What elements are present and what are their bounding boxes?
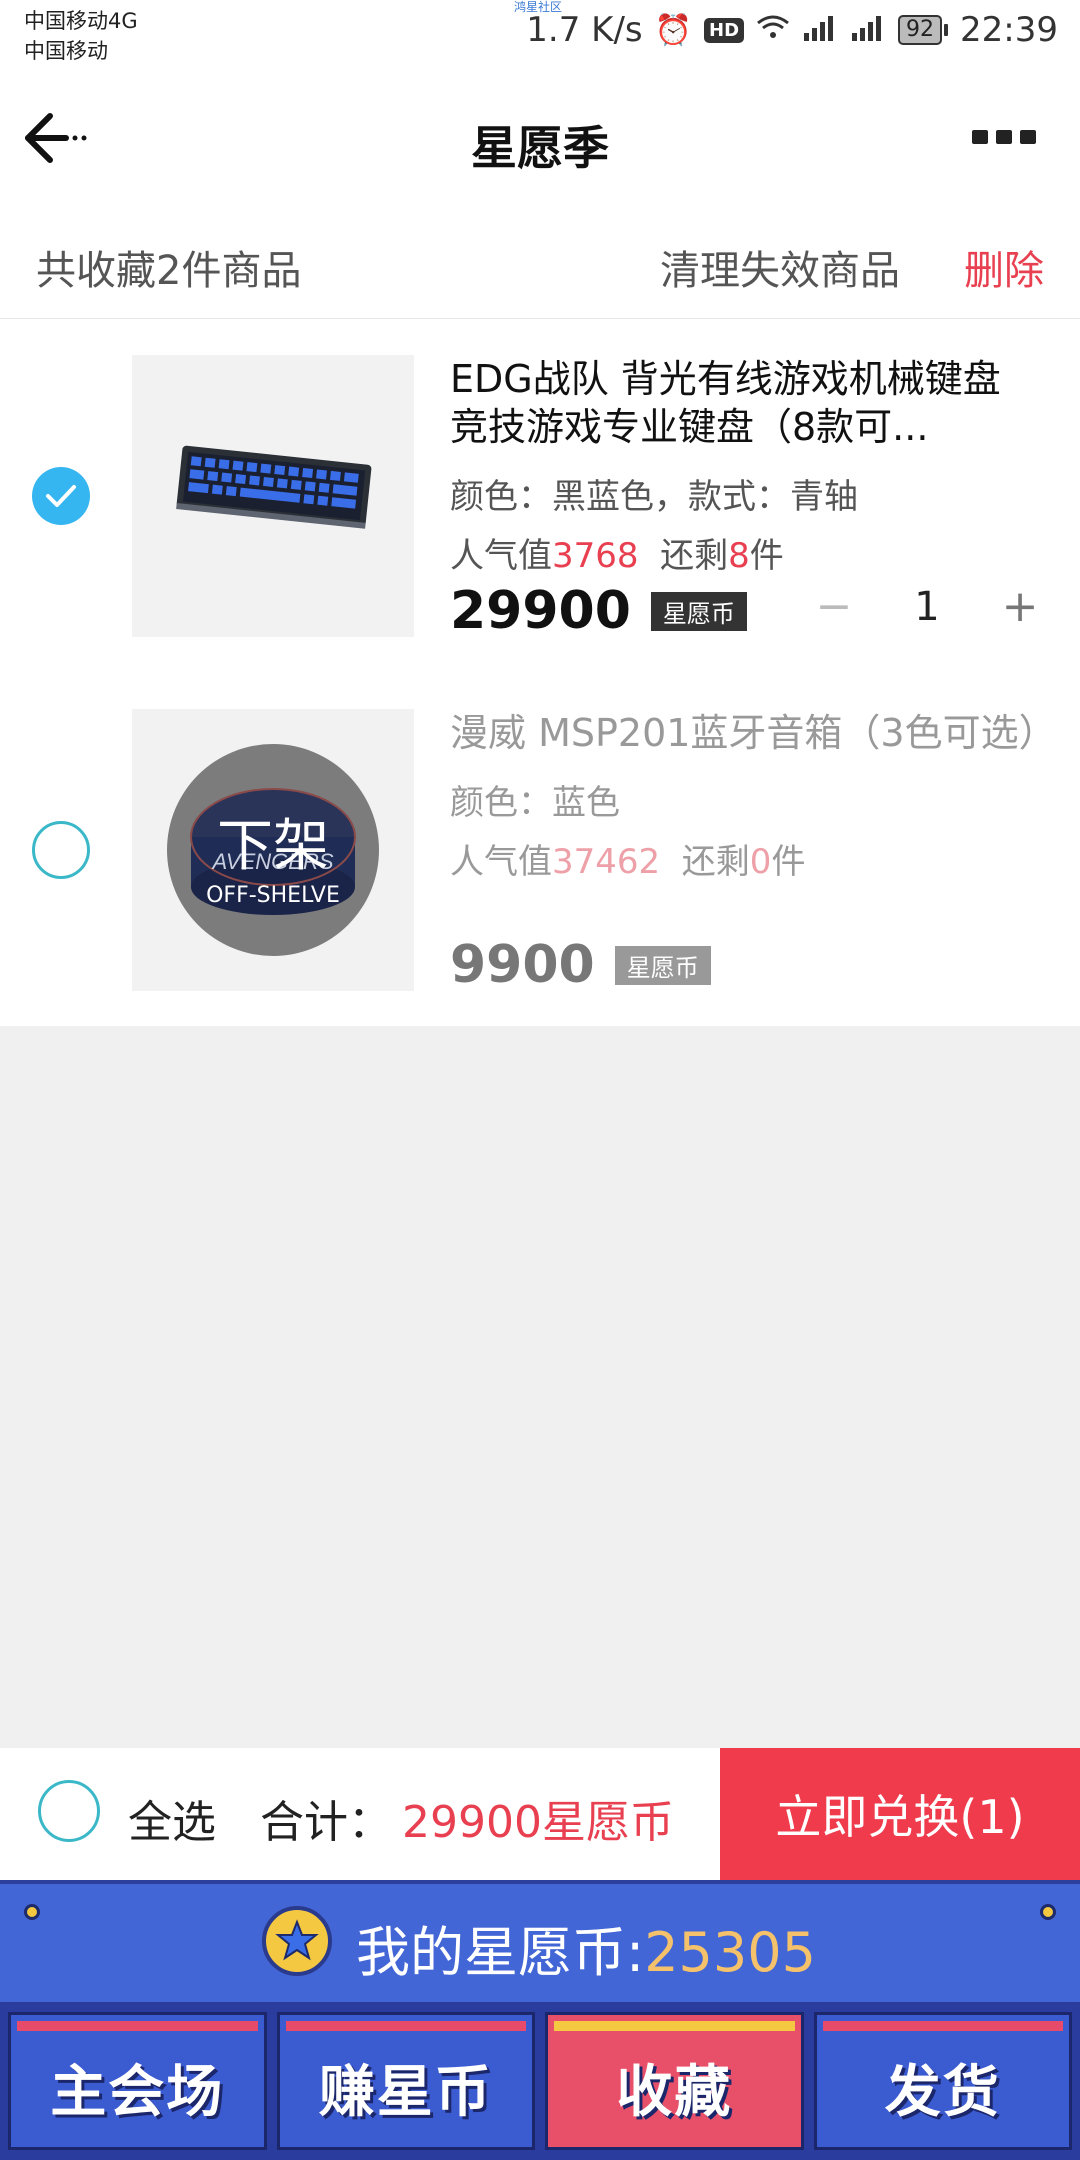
off-shelf-overlay-cn: 下架 [217, 814, 329, 879]
signal-icon-2 [850, 10, 886, 50]
checkmark-icon [46, 485, 76, 507]
popularity-label: 人气值 [450, 842, 552, 882]
total-label: 合计： [260, 1797, 392, 1848]
tab-label: 主会场 [50, 2059, 225, 2125]
remaining-unit: 件 [749, 536, 784, 576]
rivet-decoration [1040, 1904, 1056, 1920]
nav-bar: 星愿季 [0, 70, 1080, 210]
remaining-value: 0 [749, 842, 772, 882]
hd-icon: HD [704, 17, 745, 43]
increase-button[interactable]: + [992, 581, 1048, 632]
more-dot-icon [996, 130, 1012, 144]
page-title: 星愿季 [471, 121, 609, 175]
item-info: 漫威 MSP201蓝牙音箱（3色可选） 颜色：蓝色 人气值37462 还剩0件 [450, 709, 1050, 883]
item-attributes: 颜色：黑蓝色，款式：青轴 [450, 477, 858, 517]
tab-label: 发货 [884, 2059, 1001, 2125]
quantity-stepper: − 1 + [806, 581, 1048, 632]
tab-favorites[interactable]: 收藏 [545, 2012, 804, 2150]
select-all-checkbox[interactable] [38, 1780, 100, 1842]
off-shelf-overlay-en: OFF-SHELVE [206, 883, 340, 908]
rivet-decoration [24, 1904, 40, 1920]
favorites-count: 共收藏2件商品 [36, 248, 302, 294]
item-price: 29900 [450, 581, 631, 641]
popularity-label: 人气值 [450, 536, 552, 576]
favorites-list: EDG战队 背光有线游戏机械键盘 竞技游戏专业键盘（8款可... 颜色：黑蓝色，… [0, 319, 1080, 1026]
more-dot-icon [1020, 130, 1036, 144]
bottom-tab-bar: 主会场 赚星币 收藏 发货 [0, 2002, 1080, 2160]
item-checkbox[interactable] [32, 821, 90, 879]
total-value: 29900星愿币 [402, 1797, 674, 1848]
remaining-label: 还剩 [660, 536, 729, 576]
popularity-value: 3768 [552, 536, 639, 576]
product-image-keyboard[interactable] [132, 355, 414, 637]
battery-level: 92 [898, 15, 943, 45]
exchange-button[interactable]: 立即兑换(1) [720, 1748, 1080, 1880]
wifi-icon [756, 10, 790, 50]
alarm-icon: ⏰ [654, 12, 692, 48]
coin-tag: 星愿币 [614, 945, 711, 985]
item-price: 9900 [450, 935, 595, 995]
remaining-label: 还剩 [681, 842, 750, 882]
tab-label: 赚星币 [318, 2059, 493, 2125]
signal-icon [802, 10, 838, 50]
carrier-2: 中国移动 [24, 39, 108, 63]
item-title[interactable]: 漫威 MSP201蓝牙音箱（3色可选） [450, 709, 1050, 757]
quantity-value[interactable]: 1 [862, 584, 992, 630]
status-bar: 中国移动4G 中国移动 鸿星社区 1.7 K/s ⏰ HD 92 22:39 [0, 0, 1080, 70]
star-coin-icon [262, 1906, 332, 1976]
tab-shipping[interactable]: 发货 [813, 2012, 1072, 2150]
carrier-info: 中国移动4G 中国移动 [24, 6, 138, 66]
item-popularity: 人气值3768 还剩8件 [450, 528, 1050, 577]
checkout-bar: 全选 合计： 29900星愿币 立即兑换(1) [0, 1748, 1080, 1880]
item-attributes: 颜色：蓝色 [450, 783, 620, 823]
more-dot-icon [972, 130, 988, 144]
star-coin-banner: 我的星愿币:25305 [0, 1880, 1080, 2002]
clock: 22:39 [960, 10, 1058, 50]
status-icons: 1.7 K/s ⏰ HD 92 22:39 [526, 10, 1058, 50]
tab-earn-coins[interactable]: 赚星币 [276, 2012, 535, 2150]
tab-main-venue[interactable]: 主会场 [8, 2012, 267, 2150]
star-coin-value: 25305 [644, 1921, 816, 1984]
tab-label: 收藏 [616, 2059, 733, 2125]
popularity-value: 37462 [552, 842, 661, 882]
remaining-value: 8 [728, 536, 750, 576]
remaining-unit: 件 [771, 842, 806, 882]
network-speed: 1.7 K/s [526, 10, 643, 50]
keyboard-image [176, 445, 372, 529]
clear-invalid-button[interactable]: 清理失效商品 [660, 238, 900, 296]
item-checkbox[interactable] [32, 467, 90, 525]
item-price-row: 29900 星愿币 [450, 581, 747, 641]
item-price-row: 9900 星愿币 [450, 935, 711, 995]
carrier-1: 中国移动4G [24, 9, 138, 33]
decrease-button[interactable]: − [806, 581, 862, 632]
star-coin-label: 我的星愿币: [356, 1921, 645, 1984]
list-item[interactable]: AVENGERS 下架 OFF-SHELVE 漫威 MSP201蓝牙音箱（3色可… [0, 673, 1080, 1027]
list-item[interactable]: EDG战队 背光有线游戏机械键盘 竞技游戏专业键盘（8款可... 颜色：黑蓝色，… [0, 319, 1080, 673]
more-menu-button[interactable] [972, 130, 1036, 144]
battery-icon: 92 [898, 15, 949, 45]
favorites-summary-bar: 共收藏2件商品 清理失效商品 删除 [0, 210, 1080, 319]
delete-button[interactable]: 删除 [964, 238, 1044, 296]
select-all-label[interactable]: 全选 [128, 1786, 216, 1850]
coin-tag: 星愿币 [650, 591, 747, 631]
product-image-speaker[interactable]: AVENGERS 下架 OFF-SHELVE [132, 709, 414, 991]
item-popularity: 人气值37462 还剩0件 [450, 834, 1050, 883]
star-coin-balance: 我的星愿币:25305 [356, 1908, 816, 1987]
item-info: EDG战队 背光有线游戏机械键盘 竞技游戏专业键盘（8款可... 颜色：黑蓝色，… [450, 355, 1050, 577]
item-title[interactable]: EDG战队 背光有线游戏机械键盘 竞技游戏专业键盘（8款可... [450, 355, 1050, 451]
